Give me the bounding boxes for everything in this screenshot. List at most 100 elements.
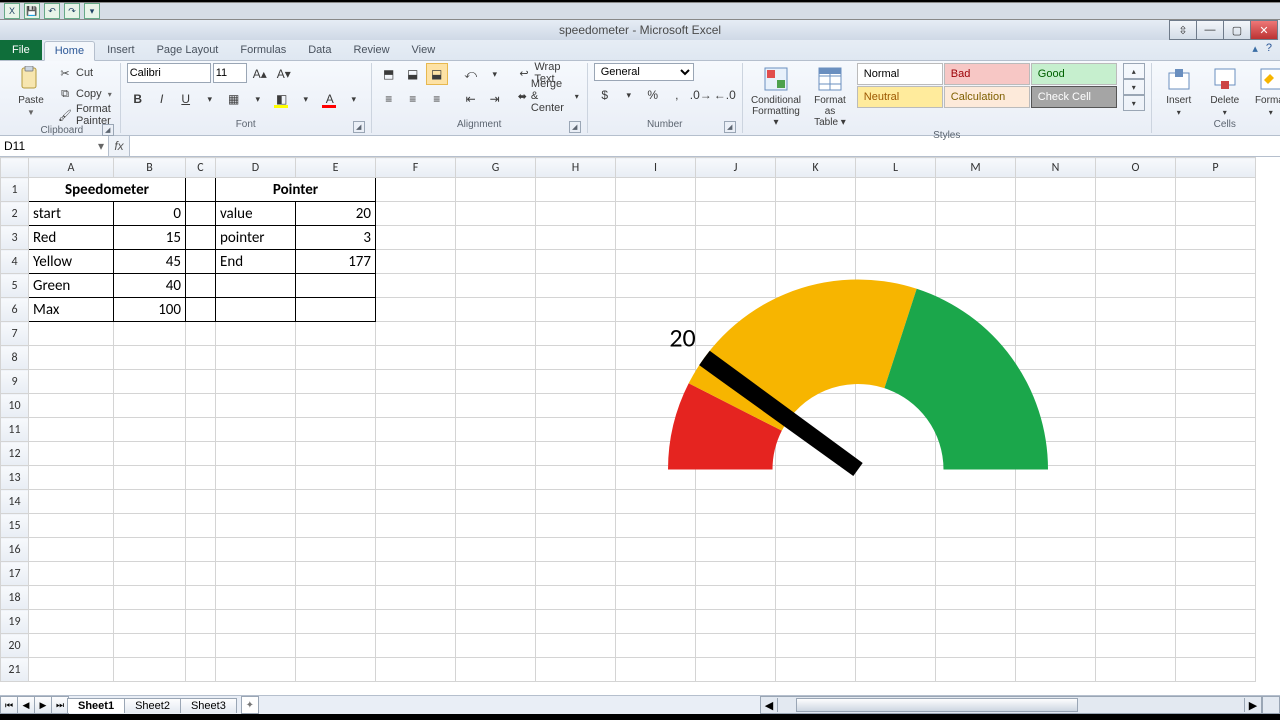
- orientation-icon[interactable]: ⤺: [460, 63, 482, 85]
- save-icon[interactable]: 💾: [24, 3, 40, 19]
- cell-O17[interactable]: [1096, 562, 1176, 586]
- format-as-table-button[interactable]: Format asTable ▾: [807, 63, 853, 130]
- cell-D3[interactable]: pointer: [216, 226, 296, 250]
- cell-B20[interactable]: [114, 634, 186, 658]
- cell-C10[interactable]: [186, 394, 216, 418]
- row-header-10[interactable]: 10: [1, 394, 29, 418]
- cell-M19[interactable]: [936, 610, 1016, 634]
- cell-A3[interactable]: Red: [29, 226, 114, 250]
- cell-B14[interactable]: [114, 490, 186, 514]
- cell-H8[interactable]: [536, 346, 616, 370]
- cell-F1[interactable]: [376, 178, 456, 202]
- cell-D16[interactable]: [216, 538, 296, 562]
- cell-B9[interactable]: [114, 370, 186, 394]
- cell-L15[interactable]: [856, 514, 936, 538]
- cell-A9[interactable]: [29, 370, 114, 394]
- row-header-2[interactable]: 2: [1, 202, 29, 226]
- cell-A1[interactable]: Speedometer: [29, 178, 186, 202]
- cell-J3[interactable]: [696, 226, 776, 250]
- cell-E20[interactable]: [296, 634, 376, 658]
- cell-G7[interactable]: [456, 322, 536, 346]
- cell-E5[interactable]: [296, 274, 376, 298]
- name-box-dropdown-icon[interactable]: ▾: [98, 139, 104, 153]
- align-bottom-icon[interactable]: ⬓: [426, 63, 448, 85]
- qat-dropdown-icon[interactable]: ▾: [84, 3, 100, 19]
- cell-O2[interactable]: [1096, 202, 1176, 226]
- clipboard-dialog-launcher[interactable]: ◢: [102, 124, 114, 136]
- cell-O9[interactable]: [1096, 370, 1176, 394]
- decrease-indent-icon[interactable]: ⇤: [460, 88, 482, 110]
- cell-P14[interactable]: [1176, 490, 1256, 514]
- increase-font-icon[interactable]: A▴: [249, 63, 271, 85]
- cell-B10[interactable]: [114, 394, 186, 418]
- cell-J19[interactable]: [696, 610, 776, 634]
- cell-M17[interactable]: [936, 562, 1016, 586]
- comma-format-icon[interactable]: ,: [666, 84, 688, 106]
- cell-A6[interactable]: Max: [29, 298, 114, 322]
- cell-J20[interactable]: [696, 634, 776, 658]
- cell-K17[interactable]: [776, 562, 856, 586]
- cell-B18[interactable]: [114, 586, 186, 610]
- cell-O19[interactable]: [1096, 610, 1176, 634]
- cell-E19[interactable]: [296, 610, 376, 634]
- scroll-right-icon[interactable]: ▶: [1244, 698, 1261, 712]
- cell-N19[interactable]: [1016, 610, 1096, 634]
- cell-E16[interactable]: [296, 538, 376, 562]
- cell-F5[interactable]: [376, 274, 456, 298]
- cell-F18[interactable]: [376, 586, 456, 610]
- cell-K1[interactable]: [776, 178, 856, 202]
- cell-P18[interactable]: [1176, 586, 1256, 610]
- cell-C16[interactable]: [186, 538, 216, 562]
- cell-E7[interactable]: [296, 322, 376, 346]
- cell-I18[interactable]: [616, 586, 696, 610]
- cell-P11[interactable]: [1176, 418, 1256, 442]
- gallery-down-icon[interactable]: ▾: [1123, 79, 1145, 95]
- cell-D8[interactable]: [216, 346, 296, 370]
- cell-F15[interactable]: [376, 514, 456, 538]
- select-all-corner[interactable]: [1, 158, 29, 178]
- cell-D12[interactable]: [216, 442, 296, 466]
- cell-A14[interactable]: [29, 490, 114, 514]
- cell-B8[interactable]: [114, 346, 186, 370]
- cell-G17[interactable]: [456, 562, 536, 586]
- row-header-20[interactable]: 20: [1, 634, 29, 658]
- cell-I4[interactable]: [616, 250, 696, 274]
- cell-D7[interactable]: [216, 322, 296, 346]
- cell-C15[interactable]: [186, 514, 216, 538]
- cell-E6[interactable]: [296, 298, 376, 322]
- cell-P2[interactable]: [1176, 202, 1256, 226]
- cell-L1[interactable]: [856, 178, 936, 202]
- number-dialog-launcher[interactable]: ◢: [724, 121, 736, 133]
- cell-I15[interactable]: [616, 514, 696, 538]
- cell-P17[interactable]: [1176, 562, 1256, 586]
- cell-G9[interactable]: [456, 370, 536, 394]
- cell-H9[interactable]: [536, 370, 616, 394]
- cell-O15[interactable]: [1096, 514, 1176, 538]
- cell-F17[interactable]: [376, 562, 456, 586]
- cell-I21[interactable]: [616, 658, 696, 682]
- cell-A16[interactable]: [29, 538, 114, 562]
- align-top-icon[interactable]: ⬒: [378, 63, 400, 85]
- cell-M2[interactable]: [936, 202, 1016, 226]
- cell-J16[interactable]: [696, 538, 776, 562]
- cell-M15[interactable]: [936, 514, 1016, 538]
- cell-H13[interactable]: [536, 466, 616, 490]
- speedometer-chart[interactable]: 20: [663, 277, 1083, 517]
- worksheet-area[interactable]: ABCDEFGHIJKLMNOP1SpeedometerPointer2star…: [0, 157, 1280, 695]
- cell-G3[interactable]: [456, 226, 536, 250]
- cell-H10[interactable]: [536, 394, 616, 418]
- cell-M4[interactable]: [936, 250, 1016, 274]
- cell-A10[interactable]: [29, 394, 114, 418]
- cell-F7[interactable]: [376, 322, 456, 346]
- cell-M20[interactable]: [936, 634, 1016, 658]
- cell-H11[interactable]: [536, 418, 616, 442]
- cell-D11[interactable]: [216, 418, 296, 442]
- cell-I3[interactable]: [616, 226, 696, 250]
- cell-H16[interactable]: [536, 538, 616, 562]
- tab-file[interactable]: File: [0, 40, 42, 60]
- cell-H3[interactable]: [536, 226, 616, 250]
- cell-P13[interactable]: [1176, 466, 1256, 490]
- alignment-dialog-launcher[interactable]: ◢: [569, 121, 581, 133]
- cell-E17[interactable]: [296, 562, 376, 586]
- cell-B6[interactable]: 100: [114, 298, 186, 322]
